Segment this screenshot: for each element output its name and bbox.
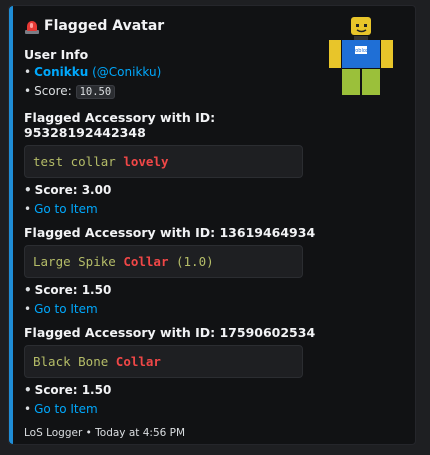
- embed-accent-bar: [9, 6, 13, 444]
- accessory-link-line: • Go to Item: [24, 400, 324, 419]
- siren-icon: [24, 18, 40, 34]
- user-score-line: • Score: 10.50: [24, 82, 324, 102]
- bullet: •: [24, 202, 32, 216]
- bullet: •: [24, 65, 32, 79]
- accessory-heading: Flagged Accessory with ID: 13619464934: [24, 225, 316, 240]
- go-to-item-link[interactable]: Go to Item: [34, 202, 98, 216]
- svg-text:roblox: roblox: [353, 48, 368, 54]
- embed-footer: LoS Logger • Today at 4:56 PM: [24, 427, 186, 439]
- bullet: •: [24, 402, 32, 416]
- go-to-item-link[interactable]: Go to Item: [34, 402, 98, 416]
- accessory-score: Score: 3.00: [34, 183, 112, 197]
- accessory-name-codeblock: test collar lovely: [24, 145, 303, 178]
- user-info-name-line: • Conikku (@Conikku): [24, 63, 324, 82]
- embed-title-text: Flagged Avatar: [44, 18, 165, 34]
- user-display-name-link[interactable]: Conikku: [34, 65, 88, 79]
- accessory-score: Score: 1.50: [34, 283, 112, 297]
- bullet: •: [24, 183, 32, 197]
- go-to-item-link[interactable]: Go to Item: [34, 302, 98, 316]
- accessory-score-line: • Score: 1.50: [24, 281, 324, 300]
- score-label: Score:: [34, 84, 72, 98]
- username-link[interactable]: (@Conikku): [92, 65, 161, 79]
- accessory-name-plain: test collar: [33, 154, 124, 169]
- bullet: •: [24, 302, 32, 316]
- bullet: •: [24, 283, 32, 297]
- accessory-name-flag: Collar: [123, 254, 169, 269]
- accessory-name-flag: lovely: [123, 154, 169, 169]
- accessory-name-plain: Black Bone: [33, 354, 116, 369]
- accessory-name-codeblock: Black Bone Collar: [24, 345, 303, 378]
- accessory-name-codeblock: Large Spike Collar (1.0): [24, 245, 303, 278]
- bullet: •: [24, 84, 32, 98]
- accessory-name-suffix: (1.0): [168, 254, 214, 269]
- accessory-score-line: • Score: 3.00: [24, 181, 324, 200]
- accessory-score-line: • Score: 1.50: [24, 381, 324, 400]
- embed-title: Flagged Avatar: [24, 16, 324, 36]
- accessory-link-line: • Go to Item: [24, 200, 324, 219]
- accessory-name-flag: Collar: [115, 354, 161, 369]
- user-score-value: 10.50: [75, 85, 116, 99]
- embed-card: roblox Flagged Avatar User Info • Conikku…: [8, 5, 416, 445]
- user-info-heading: User Info: [24, 47, 89, 62]
- avatar-thumbnail[interactable]: roblox: [327, 15, 397, 95]
- embed-content: Flagged Avatar User Info • Conikku (@Coni…: [24, 16, 324, 439]
- accessory-heading: Flagged Accessory with ID: 17590602534: [24, 325, 316, 340]
- accessory-heading: Flagged Accessory with ID: 9532819244234…: [24, 110, 216, 140]
- accessory-score: Score: 1.50: [34, 383, 112, 397]
- accessory-name-plain: Large Spike: [33, 254, 124, 269]
- accessory-link-line: • Go to Item: [24, 300, 324, 319]
- bullet: •: [24, 383, 32, 397]
